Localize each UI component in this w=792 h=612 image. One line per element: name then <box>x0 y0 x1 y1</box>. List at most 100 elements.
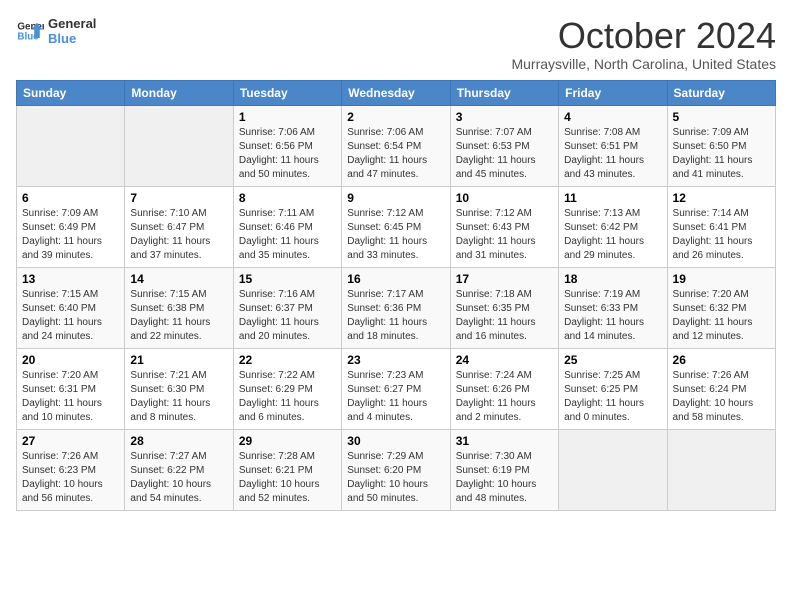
day-info: Sunrise: 7:08 AMSunset: 6:51 PMDaylight:… <box>564 126 661 182</box>
day-number: 18 <box>564 272 661 286</box>
logo-line1: General <box>48 16 96 31</box>
day-info: Sunrise: 7:17 AMSunset: 6:36 PMDaylight:… <box>347 288 444 344</box>
calendar-cell: 29 Sunrise: 7:28 AMSunset: 6:21 PMDayligh… <box>233 429 341 510</box>
calendar-cell: 28 Sunrise: 7:27 AMSunset: 6:22 PMDayligh… <box>125 429 233 510</box>
calendar-cell: 6 Sunrise: 7:09 AMSunset: 6:49 PMDaylight… <box>17 186 125 267</box>
day-number: 2 <box>347 110 444 124</box>
calendar-cell: 21 Sunrise: 7:21 AMSunset: 6:30 PMDayligh… <box>125 348 233 429</box>
day-number: 9 <box>347 191 444 205</box>
week-row-3: 13 Sunrise: 7:15 AMSunset: 6:40 PMDayligh… <box>17 267 776 348</box>
day-number: 27 <box>22 434 119 448</box>
calendar-cell: 2 Sunrise: 7:06 AMSunset: 6:54 PMDaylight… <box>342 105 450 186</box>
calendar-cell: 10 Sunrise: 7:12 AMSunset: 6:43 PMDayligh… <box>450 186 558 267</box>
calendar-cell <box>559 429 667 510</box>
day-info: Sunrise: 7:29 AMSunset: 6:20 PMDaylight:… <box>347 450 444 506</box>
week-row-5: 27 Sunrise: 7:26 AMSunset: 6:23 PMDayligh… <box>17 429 776 510</box>
calendar-cell: 25Sunrise: 7:25 AMSunset: 6:25 PMDayligh… <box>559 348 667 429</box>
calendar-cell: 12Sunrise: 7:14 AMSunset: 6:41 PMDayligh… <box>667 186 775 267</box>
day-header-wednesday: Wednesday <box>342 80 450 105</box>
location: Murraysville, North Carolina, United Sta… <box>511 56 776 72</box>
day-number: 21 <box>130 353 227 367</box>
day-header-tuesday: Tuesday <box>233 80 341 105</box>
day-number: 16 <box>347 272 444 286</box>
day-info: Sunrise: 7:10 AMSunset: 6:47 PMDaylight:… <box>130 207 227 263</box>
calendar-cell: 31 Sunrise: 7:30 AMSunset: 6:19 PMDayligh… <box>450 429 558 510</box>
day-info: Sunrise: 7:22 AMSunset: 6:29 PMDaylight:… <box>239 369 336 425</box>
day-number: 22 <box>239 353 336 367</box>
day-number: 1 <box>239 110 336 124</box>
day-number: 5 <box>673 110 770 124</box>
day-info: Sunrise: 7:16 AMSunset: 6:37 PMDaylight:… <box>239 288 336 344</box>
calendar-cell: 22 Sunrise: 7:22 AMSunset: 6:29 PMDayligh… <box>233 348 341 429</box>
calendar-cell: 5 Sunrise: 7:09 AMSunset: 6:50 PMDaylight… <box>667 105 775 186</box>
day-header-monday: Monday <box>125 80 233 105</box>
logo-icon: General Blue <box>16 17 44 45</box>
calendar-cell: 23 Sunrise: 7:23 AMSunset: 6:27 PMDayligh… <box>342 348 450 429</box>
day-number: 29 <box>239 434 336 448</box>
day-info: Sunrise: 7:27 AMSunset: 6:22 PMDaylight:… <box>130 450 227 506</box>
day-number: 7 <box>130 191 227 205</box>
day-info: Sunrise: 7:12 AMSunset: 6:45 PMDaylight:… <box>347 207 444 263</box>
calendar-cell: 30Sunrise: 7:29 AMSunset: 6:20 PMDayligh… <box>342 429 450 510</box>
day-number: 24 <box>456 353 553 367</box>
day-info: Sunrise: 7:20 AMSunset: 6:31 PMDaylight:… <box>22 369 119 425</box>
day-number: 11 <box>564 191 661 205</box>
day-info: Sunrise: 7:19 AMSunset: 6:33 PMDaylight:… <box>564 288 661 344</box>
day-info: Sunrise: 7:09 AMSunset: 6:50 PMDaylight:… <box>673 126 770 182</box>
calendar-cell: 19Sunrise: 7:20 AMSunset: 6:32 PMDayligh… <box>667 267 775 348</box>
calendar-cell: 20 Sunrise: 7:20 AMSunset: 6:31 PMDayligh… <box>17 348 125 429</box>
day-info: Sunrise: 7:30 AMSunset: 6:19 PMDaylight:… <box>456 450 553 506</box>
day-info: Sunrise: 7:26 AMSunset: 6:23 PMDaylight:… <box>22 450 119 506</box>
day-info: Sunrise: 7:09 AMSunset: 6:49 PMDaylight:… <box>22 207 119 263</box>
calendar-cell: 4 Sunrise: 7:08 AMSunset: 6:51 PMDaylight… <box>559 105 667 186</box>
day-number: 26 <box>673 353 770 367</box>
day-number: 10 <box>456 191 553 205</box>
day-info: Sunrise: 7:13 AMSunset: 6:42 PMDaylight:… <box>564 207 661 263</box>
day-number: 28 <box>130 434 227 448</box>
day-number: 31 <box>456 434 553 448</box>
day-info: Sunrise: 7:06 AMSunset: 6:54 PMDaylight:… <box>347 126 444 182</box>
calendar-cell: 27 Sunrise: 7:26 AMSunset: 6:23 PMDayligh… <box>17 429 125 510</box>
calendar-cell <box>17 105 125 186</box>
day-info: Sunrise: 7:12 AMSunset: 6:43 PMDaylight:… <box>456 207 553 263</box>
day-info: Sunrise: 7:18 AMSunset: 6:35 PMDaylight:… <box>456 288 553 344</box>
day-header-thursday: Thursday <box>450 80 558 105</box>
page-header: General Blue General Blue October 2024 M… <box>16 16 776 72</box>
calendar-cell: 14 Sunrise: 7:15 AMSunset: 6:38 PMDayligh… <box>125 267 233 348</box>
title-block: October 2024 Murraysville, North Carolin… <box>511 16 776 72</box>
day-info: Sunrise: 7:23 AMSunset: 6:27 PMDaylight:… <box>347 369 444 425</box>
calendar-cell: 24 Sunrise: 7:24 AMSunset: 6:26 PMDayligh… <box>450 348 558 429</box>
day-info: Sunrise: 7:28 AMSunset: 6:21 PMDaylight:… <box>239 450 336 506</box>
day-headers-row: SundayMondayTuesdayWednesdayThursdayFrid… <box>17 80 776 105</box>
calendar-cell: 26 Sunrise: 7:26 AMSunset: 6:24 PMDayligh… <box>667 348 775 429</box>
week-row-4: 20 Sunrise: 7:20 AMSunset: 6:31 PMDayligh… <box>17 348 776 429</box>
day-number: 25 <box>564 353 661 367</box>
day-number: 15 <box>239 272 336 286</box>
day-number: 4 <box>564 110 661 124</box>
day-number: 13 <box>22 272 119 286</box>
day-info: Sunrise: 7:24 AMSunset: 6:26 PMDaylight:… <box>456 369 553 425</box>
logo: General Blue General Blue <box>16 16 96 46</box>
day-number: 6 <box>22 191 119 205</box>
calendar-cell: 9 Sunrise: 7:12 AMSunset: 6:45 PMDaylight… <box>342 186 450 267</box>
day-info: Sunrise: 7:15 AMSunset: 6:40 PMDaylight:… <box>22 288 119 344</box>
day-info: Sunrise: 7:26 AMSunset: 6:24 PMDaylight:… <box>673 369 770 425</box>
day-number: 14 <box>130 272 227 286</box>
week-row-1: 1Sunrise: 7:06 AMSunset: 6:56 PMDaylight… <box>17 105 776 186</box>
day-header-saturday: Saturday <box>667 80 775 105</box>
calendar-cell: 1Sunrise: 7:06 AMSunset: 6:56 PMDaylight… <box>233 105 341 186</box>
day-number: 8 <box>239 191 336 205</box>
day-info: Sunrise: 7:20 AMSunset: 6:32 PMDaylight:… <box>673 288 770 344</box>
day-number: 3 <box>456 110 553 124</box>
day-number: 23 <box>347 353 444 367</box>
day-info: Sunrise: 7:15 AMSunset: 6:38 PMDaylight:… <box>130 288 227 344</box>
day-info: Sunrise: 7:21 AMSunset: 6:30 PMDaylight:… <box>130 369 227 425</box>
day-number: 20 <box>22 353 119 367</box>
calendar-cell: 15 Sunrise: 7:16 AMSunset: 6:37 PMDayligh… <box>233 267 341 348</box>
calendar-cell: 8 Sunrise: 7:11 AMSunset: 6:46 PMDaylight… <box>233 186 341 267</box>
calendar-cell <box>667 429 775 510</box>
calendar-cell: 16 Sunrise: 7:17 AMSunset: 6:36 PMDayligh… <box>342 267 450 348</box>
day-number: 17 <box>456 272 553 286</box>
day-info: Sunrise: 7:07 AMSunset: 6:53 PMDaylight:… <box>456 126 553 182</box>
day-info: Sunrise: 7:11 AMSunset: 6:46 PMDaylight:… <box>239 207 336 263</box>
